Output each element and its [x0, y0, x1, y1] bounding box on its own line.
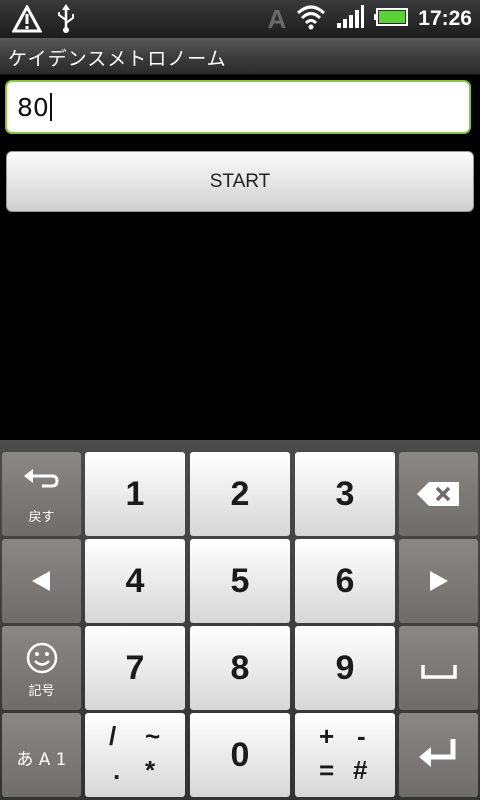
space-icon	[421, 664, 457, 683]
arrow-right-icon	[430, 571, 448, 595]
key-3[interactable]: 3	[295, 452, 395, 536]
key-8[interactable]: 8	[190, 626, 290, 710]
app-title-bar: ケイデンスメトロノーム	[0, 38, 480, 75]
key-6[interactable]: 6	[295, 539, 395, 623]
bpm-input[interactable]: 80	[5, 80, 471, 134]
wifi-icon	[296, 4, 326, 34]
warning-icon	[11, 3, 43, 37]
battery-icon	[374, 7, 409, 31]
enter-key[interactable]	[399, 713, 478, 797]
bpm-input-value: 80	[17, 93, 49, 122]
signal-icon	[336, 5, 365, 33]
symbol-slash: /	[109, 721, 117, 751]
symbol-asterisk: *	[145, 755, 156, 785]
back-key[interactable]: 戻す	[2, 452, 81, 536]
clock: 17:26	[418, 7, 472, 30]
key-1[interactable]: 1	[85, 452, 185, 536]
smiley-icon	[26, 642, 58, 678]
symbol-equals: =	[319, 755, 335, 785]
symbols-key-left[interactable]: / ~ . *	[85, 713, 185, 797]
key-9[interactable]: 9	[295, 626, 395, 710]
space-key[interactable]	[399, 626, 478, 710]
symbol-plus: +	[319, 721, 335, 751]
start-button[interactable]: START	[6, 151, 474, 212]
symbol-period: .	[113, 755, 121, 785]
numeric-keyboard: 戻す 1 2 3 4 5 6 記号 7 8 9 あ A 1 / ~ . * 0 …	[0, 440, 480, 800]
keyboard-a-indicator: A	[267, 3, 287, 34]
text-cursor	[49, 93, 52, 121]
backspace-icon	[417, 482, 459, 510]
usb-icon	[54, 4, 78, 38]
symbol-tilde: ~	[145, 721, 161, 751]
key-5[interactable]: 5	[190, 539, 290, 623]
cursor-right-key[interactable]	[399, 539, 478, 623]
status-bar: A 17:26	[0, 0, 480, 38]
key-0[interactable]: 0	[190, 713, 290, 797]
emoji-key[interactable]: 記号	[2, 626, 81, 710]
back-key-label: 戻す	[28, 510, 55, 525]
input-mode-key[interactable]: あ A 1	[2, 713, 81, 797]
symbol-minus: -	[357, 721, 366, 751]
arrow-left-icon	[32, 571, 50, 595]
input-mode-label: あ A 1	[16, 750, 67, 770]
app-title: ケイデンスメトロノーム	[8, 48, 227, 70]
backspace-key[interactable]	[399, 452, 478, 536]
key-4[interactable]: 4	[85, 539, 185, 623]
symbols-key-right[interactable]: + - = #	[295, 713, 395, 797]
symbol-hash: #	[353, 755, 368, 785]
key-7[interactable]: 7	[85, 626, 185, 710]
undo-arrow-icon	[24, 466, 60, 494]
key-2[interactable]: 2	[190, 452, 290, 536]
cursor-left-key[interactable]	[2, 539, 81, 623]
enter-icon	[419, 739, 459, 775]
emoji-key-label: 記号	[28, 684, 55, 699]
